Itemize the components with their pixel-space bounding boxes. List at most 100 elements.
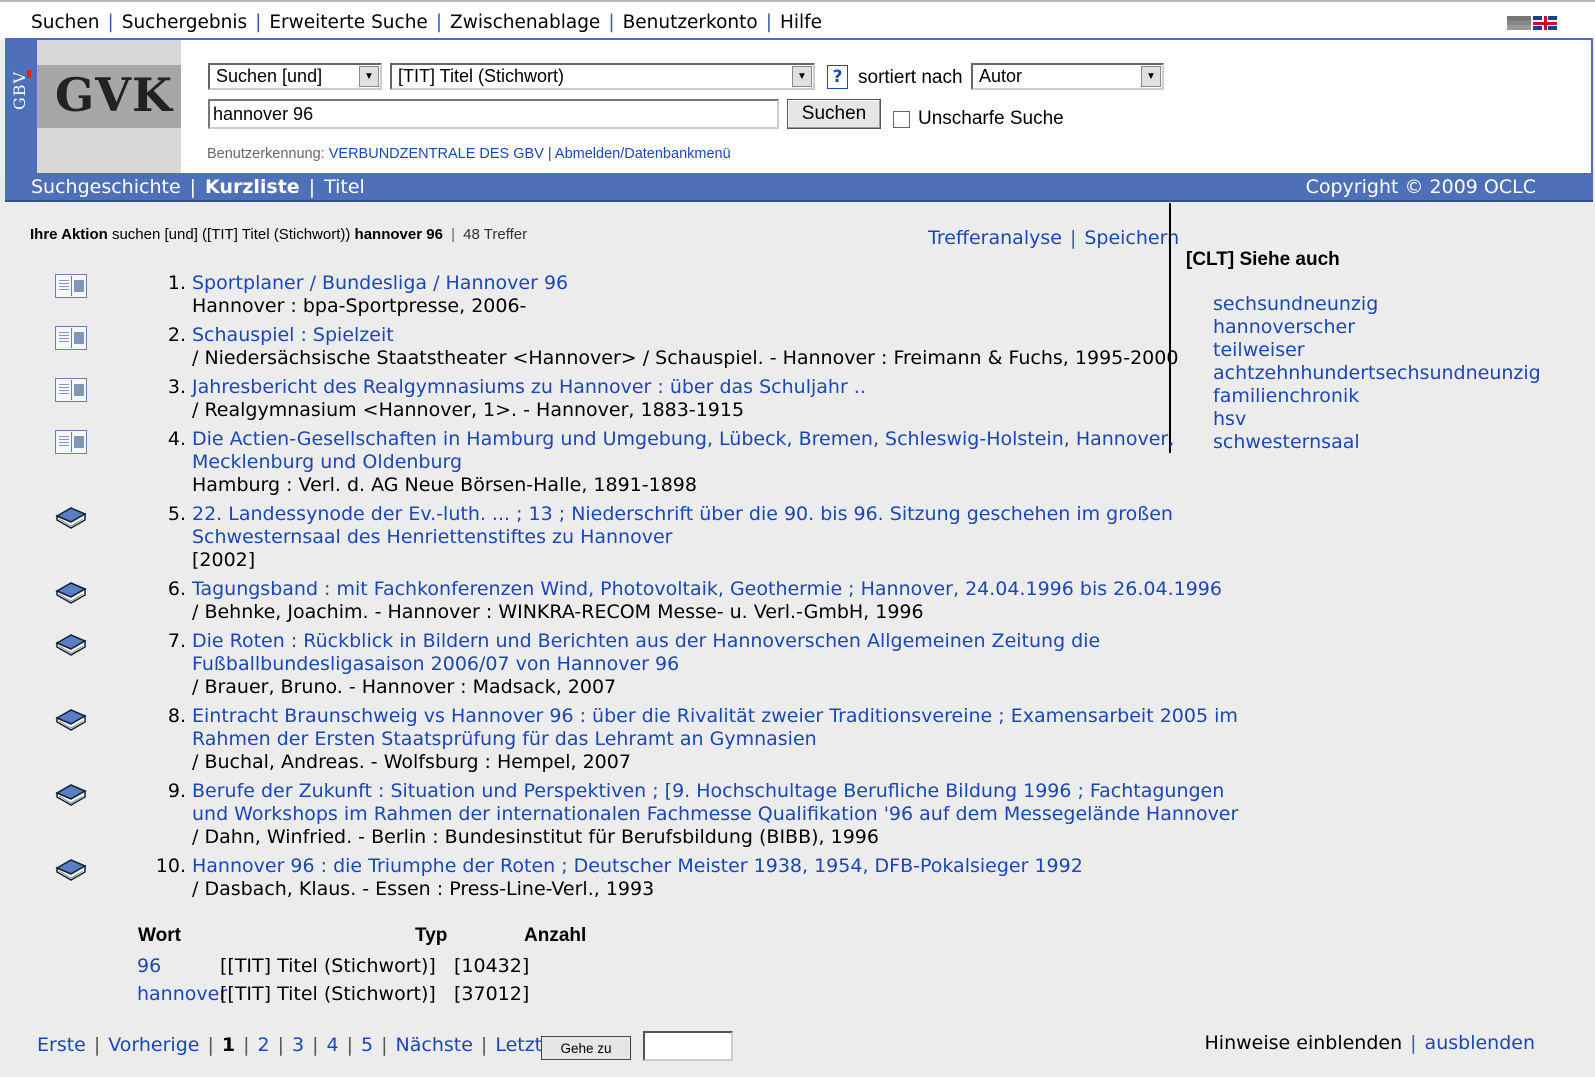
see-also-list: sechsundneunzig hannoverscher teilweiser… bbox=[1213, 293, 1541, 454]
result-title-link[interactable]: Jahresbericht des Realgymnasiums zu Hann… bbox=[192, 376, 1152, 399]
goto-button[interactable]: Gehe zu bbox=[541, 1036, 631, 1060]
hide-hints-link[interactable]: ausblenden bbox=[1425, 1032, 1535, 1054]
user-name-link[interactable]: VERBUNDZENTRALE DES GBV bbox=[329, 146, 544, 162]
see-also-item[interactable]: sechsundneunzig bbox=[1213, 293, 1541, 316]
journal-icon bbox=[55, 378, 87, 402]
result-number: 10. bbox=[155, 855, 186, 877]
language-flags bbox=[1507, 16, 1557, 30]
result-title-link[interactable]: Rahmen der Ersten Staatsprüfung für das … bbox=[192, 728, 1152, 751]
german-flag-icon[interactable] bbox=[1507, 16, 1531, 30]
word-type: [[TIT] Titel (Stichwort)] bbox=[220, 955, 436, 977]
show-hints-link[interactable]: Hinweise einblenden bbox=[1205, 1032, 1403, 1054]
result-title-link[interactable]: Schwesternsaal des Henriettenstiftes zu … bbox=[192, 526, 1152, 549]
result-body: Die Actien-Gesellschaften in Hamburg und… bbox=[192, 428, 1174, 497]
result-title-link[interactable]: Tagungsband : mit Fachkonferenzen Wind, … bbox=[192, 578, 1222, 601]
gvk-logo-text: GVK bbox=[55, 68, 173, 122]
search-input[interactable]: hannover 96 bbox=[208, 99, 779, 129]
result-title-link[interactable]: Mecklenburg und Oldenburg bbox=[192, 451, 1152, 474]
chevron-down-icon: ▼ bbox=[792, 66, 812, 87]
see-also-item[interactable]: hannoverscher bbox=[1213, 316, 1541, 339]
nav-hilfe[interactable]: Hilfe bbox=[780, 12, 822, 33]
result-title-link[interactable]: Fußballbundesligasaison 2006/07 von Hann… bbox=[192, 653, 1152, 676]
english-flag-icon[interactable] bbox=[1533, 16, 1557, 30]
nav-suchen[interactable]: Suchen bbox=[31, 12, 99, 33]
result-number: 6. bbox=[167, 578, 186, 600]
see-also-item[interactable]: familienchronik bbox=[1213, 385, 1541, 408]
result-title-link[interactable]: Berufe der Zukunft : Situation und Persp… bbox=[192, 780, 1224, 803]
search-button[interactable]: Suchen bbox=[787, 99, 881, 129]
fuzzy-search-checkbox[interactable] bbox=[893, 110, 910, 128]
fuzzy-search-option[interactable]: Unscharfe Suche bbox=[893, 108, 1064, 130]
result-body: 22. Landessynode der Ev.-luth. ... ; 13 … bbox=[192, 503, 1173, 572]
first-page-link[interactable]: Erste bbox=[37, 1034, 86, 1056]
page-link-4[interactable]: 4 bbox=[327, 1034, 339, 1056]
word-count: [37012] bbox=[454, 983, 530, 1005]
search-field-select[interactable]: [TIT] Titel (Stichwort) ▼ bbox=[390, 63, 815, 90]
top-nav-items: Suchen | Suchergebnis | Erweiterte Suche | Zwi… bbox=[31, 12, 823, 33]
result-number: 2. bbox=[167, 324, 186, 346]
result-title-link[interactable]: Die Roten : Rückblick in Bildern und Ber… bbox=[192, 630, 1152, 653]
previous-page-link[interactable]: Vorherige bbox=[108, 1034, 199, 1056]
page-link-2[interactable]: 2 bbox=[258, 1034, 270, 1056]
search-mode-select[interactable]: Suchen [und] ▼ bbox=[208, 63, 382, 90]
result-title-link[interactable]: Eintracht Braunschweig vs Hannover 96 : … bbox=[192, 705, 1238, 728]
type-column-header: Typ bbox=[415, 925, 448, 946]
result-info: / Buchal, Andreas. - Wolfsburg : Hempel,… bbox=[192, 751, 631, 773]
nav-zwischenablage[interactable]: Zwischenablage bbox=[450, 12, 600, 33]
help-icon[interactable]: ? bbox=[827, 65, 848, 89]
sort-label: sortiert nach bbox=[858, 67, 963, 88]
hit-analysis-link[interactable]: Trefferanalyse bbox=[928, 227, 1062, 249]
hints-controls: Hinweise einblenden | ausblenden bbox=[1204, 1032, 1535, 1054]
result-title-link[interactable]: Die Actien-Gesellschaften in Hamburg und… bbox=[192, 428, 1174, 451]
book-icon bbox=[55, 502, 87, 529]
current-page: 1 bbox=[221, 1034, 236, 1056]
word-count: [10432] bbox=[454, 955, 530, 977]
fuzzy-search-label: Unscharfe Suche bbox=[918, 108, 1064, 129]
sort-select[interactable]: Autor ▼ bbox=[971, 63, 1164, 90]
gvk-logo[interactable]: GVK bbox=[37, 40, 181, 175]
nav-suchergebnis[interactable]: Suchergebnis bbox=[122, 12, 247, 33]
logout-link[interactable]: Abmelden/Datenbankmenü bbox=[555, 146, 731, 162]
shortlist-tab[interactable]: Kurzliste bbox=[205, 176, 300, 198]
result-info: / Behnke, Joachim. - Hannover : WINKRA-R… bbox=[192, 601, 924, 623]
see-also-item[interactable]: schwesternsaal bbox=[1213, 431, 1541, 454]
result-title-link[interactable]: Hannover 96 : die Triumphe der Roten ; D… bbox=[192, 855, 1152, 878]
next-page-link[interactable]: Nächste bbox=[396, 1034, 473, 1056]
result-navigation-bar: Suchgeschichte | Kurzliste | Titel Copyright… bbox=[5, 173, 1593, 202]
result-info: / Realgymnasium <Hannover, 1>. - Hannove… bbox=[192, 399, 745, 421]
word-link[interactable]: hannover bbox=[137, 983, 227, 1005]
see-also-item[interactable]: achtzehnhundertsechsundneunzig bbox=[1213, 362, 1541, 385]
count-column-header: Anzahl bbox=[524, 925, 587, 946]
title-tab[interactable]: Titel bbox=[324, 176, 365, 198]
nav-benutzerkonto[interactable]: Benutzerkonto bbox=[623, 12, 758, 33]
result-body: Tagungsband : mit Fachkonferenzen Wind, … bbox=[192, 578, 1222, 624]
result-title-link[interactable]: Sportplaner / Bundesliga / Hannover 96 bbox=[192, 272, 1152, 295]
save-link[interactable]: Speichern bbox=[1084, 227, 1179, 249]
history-link[interactable]: Suchgeschichte bbox=[31, 176, 181, 198]
user-label: Benutzerkennung: bbox=[207, 146, 325, 162]
user-line: Benutzerkennung: VERBUNDZENTRALE DES GBV… bbox=[207, 146, 731, 162]
result-body: Schauspiel : Spielzeit / Niedersächsische… bbox=[192, 324, 1178, 370]
result-number: 9. bbox=[167, 780, 186, 802]
result-body: Eintracht Braunschweig vs Hannover 96 : … bbox=[192, 705, 1238, 774]
action-query: hannover 96 bbox=[354, 226, 443, 243]
see-also-item[interactable]: teilweiser bbox=[1213, 339, 1541, 362]
result-title-link[interactable]: Schauspiel : Spielzeit bbox=[192, 324, 1152, 347]
result-info: / Dasbach, Klaus. - Essen : Press-Line-V… bbox=[192, 878, 655, 900]
goto-page-input[interactable] bbox=[643, 1031, 733, 1061]
nav-erweiterte-suche[interactable]: Erweiterte Suche bbox=[269, 12, 427, 33]
gbv-logo-text: GBV bbox=[10, 70, 29, 110]
result-tools: Trefferanalyse | Speichern bbox=[928, 227, 1180, 249]
book-icon bbox=[55, 704, 87, 731]
see-also-item[interactable]: hsv bbox=[1213, 408, 1541, 431]
result-number: 7. bbox=[167, 630, 186, 652]
action-summary: Ihre Aktion suchen [und] ([TIT] Titel (S… bbox=[30, 226, 528, 243]
result-title-link[interactable]: und Workshops im Rahmen der internationa… bbox=[192, 803, 1238, 826]
result-body: Hannover 96 : die Triumphe der Roten ; D… bbox=[192, 855, 1152, 901]
result-body: Die Roten : Rückblick in Bildern und Ber… bbox=[192, 630, 1152, 699]
result-title-link[interactable]: 22. Landessynode der Ev.-luth. ... ; 13 … bbox=[192, 503, 1173, 526]
word-link[interactable]: 96 bbox=[137, 955, 161, 977]
page-link-5[interactable]: 5 bbox=[361, 1034, 373, 1056]
page-link-3[interactable]: 3 bbox=[292, 1034, 304, 1056]
result-number: 1. bbox=[167, 272, 186, 294]
